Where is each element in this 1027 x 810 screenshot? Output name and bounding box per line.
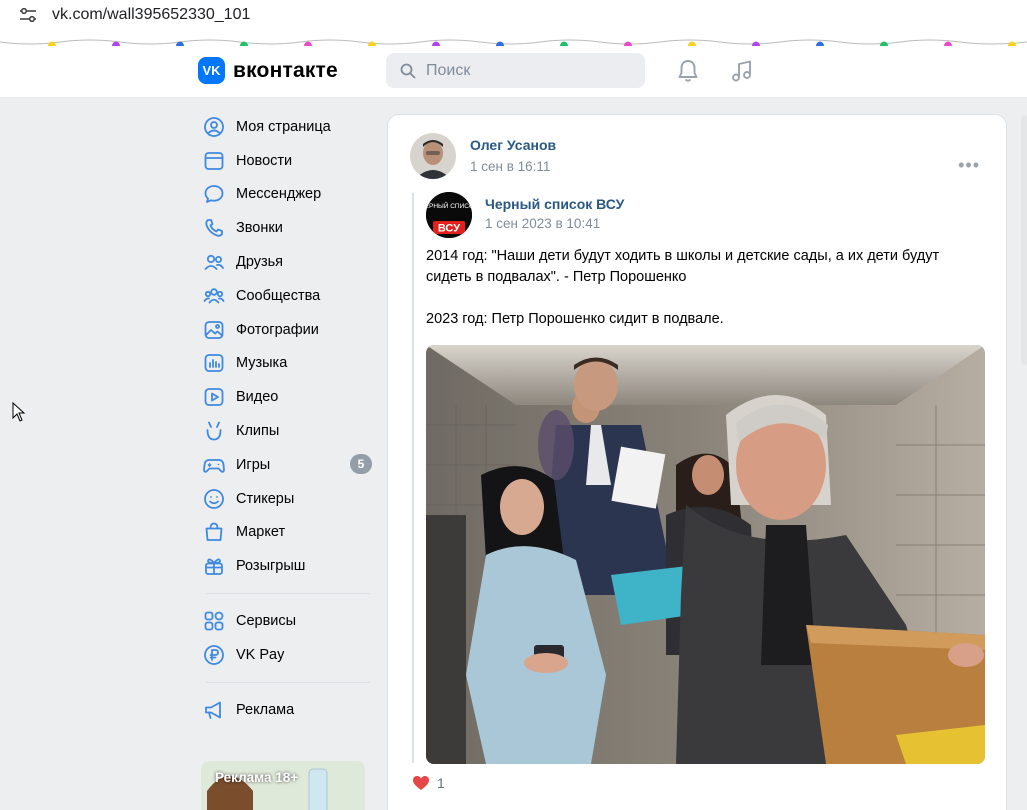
clips-icon	[203, 420, 225, 442]
sidebar-item-gift[interactable]: Розыгрыш	[198, 549, 378, 583]
site-settings-icon[interactable]	[19, 7, 37, 23]
music-note-icon[interactable]	[729, 58, 755, 84]
sidebar-item-label: Друзья	[236, 254, 284, 271]
sidebar-item-label: Мессенджер	[236, 186, 322, 203]
like-count: 1	[437, 775, 445, 791]
phone-icon	[203, 217, 225, 239]
sidebar-item-chat-bubble[interactable]: Мессенджер	[198, 178, 378, 212]
post-date[interactable]: 1 сен в 16:11	[470, 159, 550, 174]
user-circle-icon	[203, 116, 225, 138]
friends-icon	[203, 251, 225, 273]
sidebar-item-clips[interactable]: Клипы	[198, 414, 378, 448]
sidebar-item-label: Фотографии	[236, 321, 319, 338]
more-options-icon[interactable]: •••	[958, 155, 980, 176]
sidebar-item-label: Розыгрыш	[236, 558, 306, 575]
wall-post: Олег Усанов 1 сен в 16:11 ••• ЧЕРНЫЙ СПИ…	[387, 114, 1007, 810]
sidebar-item-label: Сервисы	[236, 613, 297, 630]
news-icon	[203, 150, 225, 172]
bell-icon[interactable]	[675, 58, 701, 84]
gamepad-icon	[203, 454, 225, 476]
vk-logo[interactable]: VK вконтакте	[198, 57, 338, 84]
smile-icon	[203, 488, 225, 510]
sidebar-item-smile[interactable]: Стикеры	[198, 482, 378, 516]
left-sidebar: Моя страница Новости Мессенджер Звонки Друзь…	[198, 110, 378, 727]
sidebar-divider	[206, 593, 370, 595]
browser-address-bar[interactable]: vk.com/wall395652330_101	[0, 0, 1027, 30]
like-button[interactable]: 1	[412, 775, 445, 791]
right-scroll-panel	[1021, 115, 1027, 365]
vk-logo-wordmark: вконтакте	[233, 58, 338, 82]
repost-date[interactable]: 1 сен 2023 в 10:41	[485, 216, 600, 231]
sidebar-item-label: VK Pay	[236, 646, 285, 663]
search-input[interactable]: Поиск	[386, 53, 645, 88]
sidebar-item-label: Моя страница	[236, 118, 331, 135]
video-icon	[203, 386, 225, 408]
post-text-paragraph: 2014 год: "Наши дети будут ходить в школ…	[426, 248, 940, 285]
sidebar-item-label: Новости	[236, 152, 293, 169]
repost-source-avatar[interactable]: ЧЕРНЫЙ СПИСОК ВСУ	[426, 192, 472, 238]
services-grid-icon	[203, 610, 225, 632]
sidebar-item-services-grid[interactable]: Сервисы	[198, 604, 378, 638]
sidebar-item-label: Музыка	[236, 355, 288, 372]
sidebar-divider	[206, 681, 370, 683]
search-placeholder: Поиск	[426, 61, 471, 79]
mouse-cursor-icon	[12, 402, 26, 422]
sidebar-item-photo[interactable]: Фотографии	[198, 313, 378, 347]
music-icon	[203, 352, 225, 374]
sidebar-item-ruble[interactable]: VK Pay	[198, 638, 378, 672]
megaphone-icon	[203, 699, 225, 721]
sidebar-item-label: Стикеры	[236, 490, 295, 507]
vk-logo-mark: VK	[198, 57, 225, 84]
bag-icon	[203, 521, 225, 543]
sidebar-item-label: Видео	[236, 389, 279, 406]
sidebar-item-video[interactable]: Видео	[198, 380, 378, 414]
repost-source-link[interactable]: Черный список ВСУ	[485, 196, 624, 212]
ruble-icon	[203, 644, 225, 666]
chat-bubble-icon	[203, 183, 225, 205]
sidebar-item-label: Клипы	[236, 423, 280, 440]
communities-icon	[203, 285, 225, 307]
notification-badge: 5	[350, 453, 372, 474]
photo-icon	[203, 319, 225, 341]
post-text: 2014 год: "Наши дети будут ходить в школ…	[426, 246, 986, 351]
sidebar-item-megaphone[interactable]: Реклама	[198, 693, 378, 727]
sidebar-item-label: Игры	[236, 456, 271, 473]
ad-banner[interactable]: Реклама 18+	[201, 761, 365, 810]
gift-icon	[203, 555, 225, 577]
sidebar-item-gamepad[interactable]: Игры 5	[198, 448, 378, 482]
repost-divider	[412, 193, 414, 763]
search-icon	[400, 63, 416, 78]
author-avatar[interactable]	[410, 133, 456, 179]
post-author-link[interactable]: Олег Усанов	[470, 137, 556, 153]
avatar-text-top: ЧЕРНЫЙ СПИСОК	[426, 201, 472, 210]
sidebar-item-bag[interactable]: Маркет	[198, 516, 378, 550]
sidebar-item-label: Реклама	[236, 701, 295, 718]
avatar-text-bottom: ВСУ	[438, 223, 460, 235]
post-photo[interactable]	[426, 345, 985, 764]
sidebar-item-news[interactable]: Новости	[198, 144, 378, 178]
vk-header: VK вконтакте Поиск	[0, 46, 1027, 98]
heart-icon	[413, 776, 429, 790]
sidebar-item-label: Маркет	[236, 524, 286, 541]
url-text[interactable]: vk.com/wall395652330_101	[52, 6, 250, 24]
sidebar-item-music[interactable]: Музыка	[198, 347, 378, 381]
sidebar-item-friends[interactable]: Друзья	[198, 245, 378, 279]
sidebar-item-user-circle[interactable]: Моя страница	[198, 110, 378, 144]
post-text-paragraph: 2023 год: Петр Порошенко сидит в подвале…	[426, 311, 724, 327]
sidebar-item-label: Сообщества	[236, 287, 321, 304]
ad-banner-image	[201, 761, 365, 810]
sidebar-item-communities[interactable]: Сообщества	[198, 279, 378, 313]
sidebar-item-label: Звонки	[236, 220, 283, 237]
sidebar-item-phone[interactable]: Звонки	[198, 211, 378, 245]
ad-label: Реклама 18+	[215, 770, 299, 785]
